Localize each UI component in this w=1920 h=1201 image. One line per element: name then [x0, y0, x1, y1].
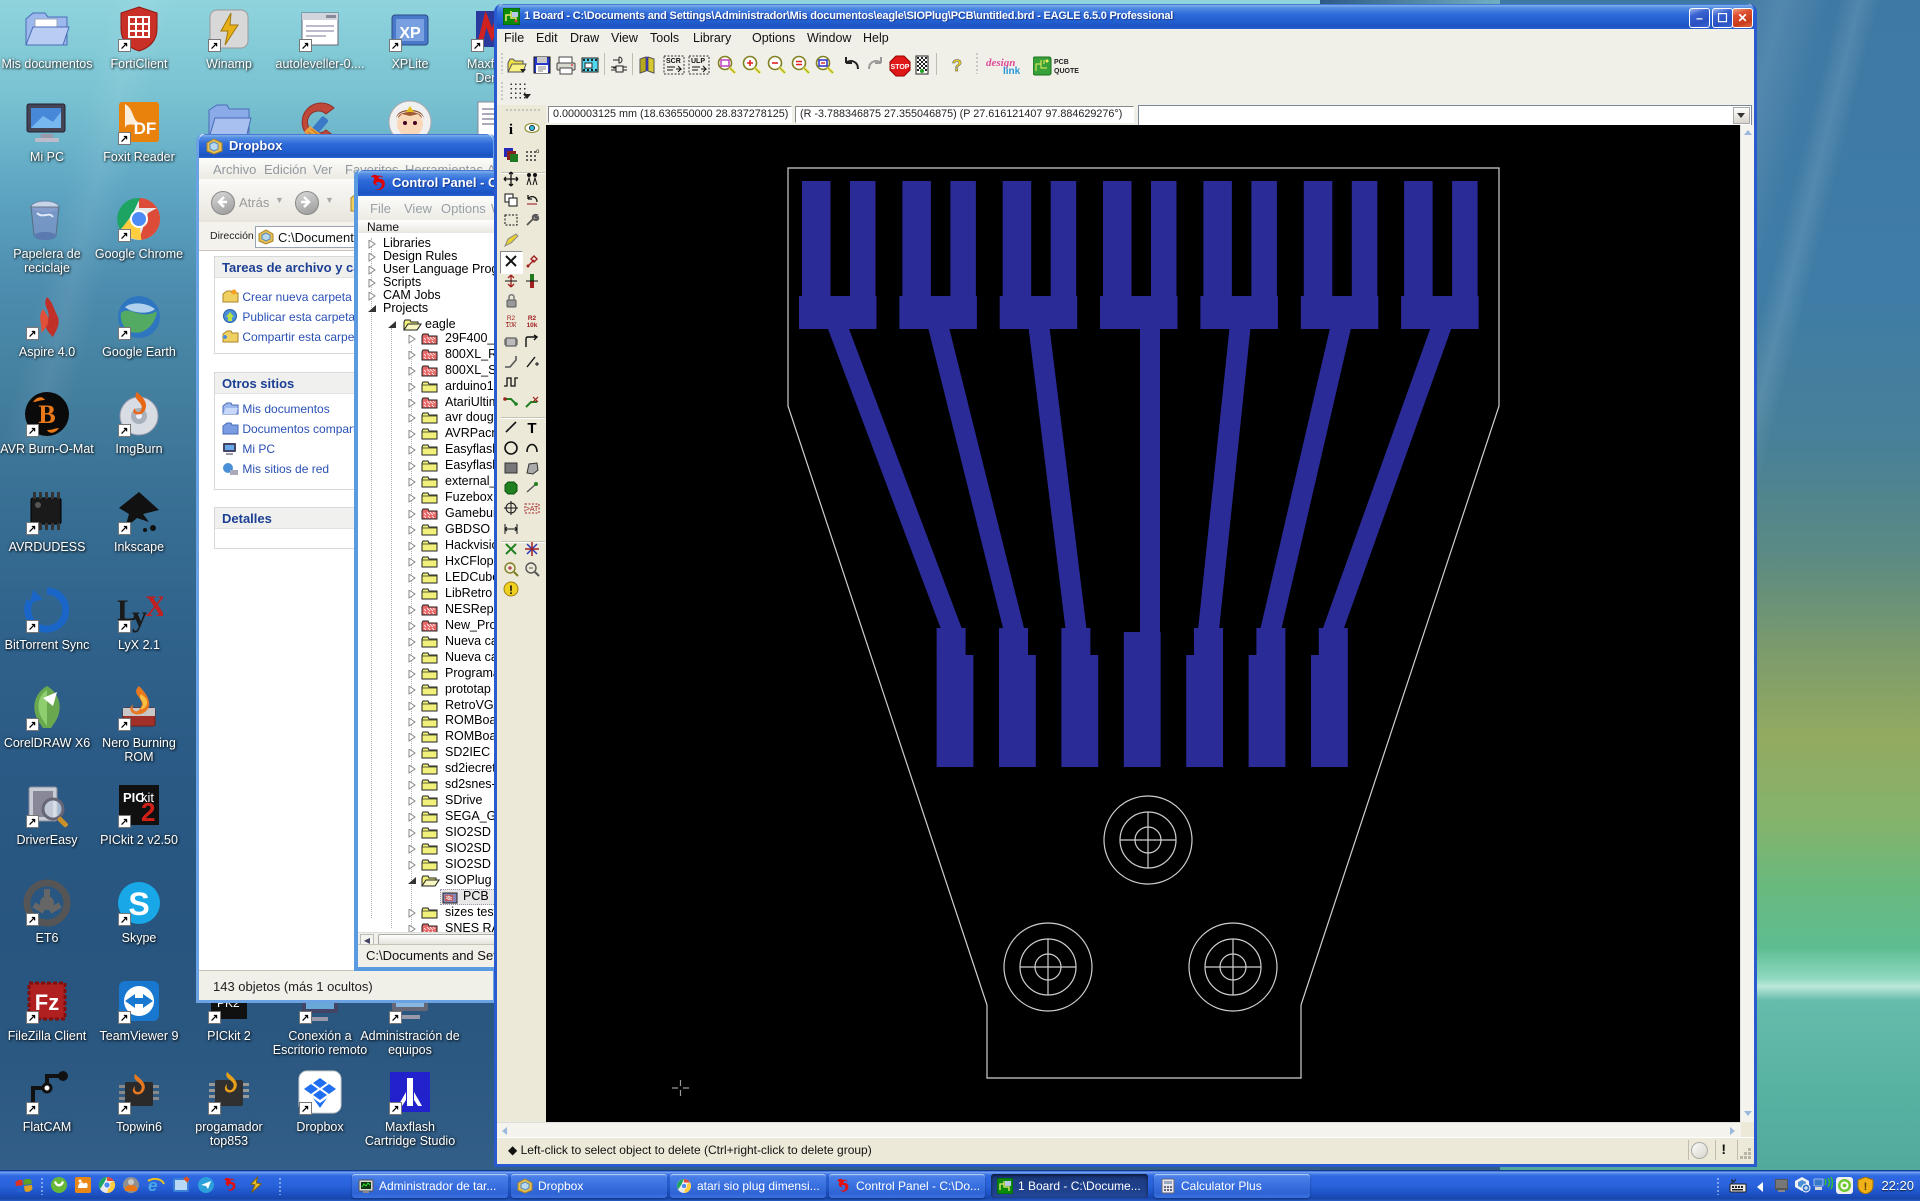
- svg-text:DF: DF: [134, 119, 157, 138]
- svg-text:link: link: [1003, 66, 1021, 77]
- svg-text:STOP: STOP: [891, 64, 910, 71]
- svg-text:!: !: [509, 583, 513, 597]
- svg-text:10k: 10k: [527, 322, 538, 329]
- svg-text:T: T: [527, 420, 536, 435]
- svg-text:QUOTE: QUOTE: [1054, 68, 1079, 75]
- svg-text:SCR: SCR: [666, 58, 681, 65]
- svg-text:R2: R2: [528, 315, 537, 322]
- svg-text:R2: R2: [507, 315, 516, 322]
- svg-text:B: B: [38, 400, 55, 429]
- svg-text:10k: 10k: [506, 322, 517, 329]
- svg-text:2: 2: [141, 797, 155, 827]
- svg-text:PCB: PCB: [1054, 59, 1069, 66]
- svg-text:!: !: [1864, 1181, 1868, 1193]
- svg-text:XP: XP: [399, 25, 421, 42]
- svg-text:S: S: [128, 886, 149, 922]
- svg-text:X: X: [145, 590, 163, 623]
- svg-text:i: i: [509, 122, 513, 136]
- svg-text:>AT: >AT: [526, 506, 539, 513]
- svg-text:ULP: ULP: [691, 58, 705, 65]
- svg-text:o: o: [536, 149, 540, 155]
- svg-text:?: ?: [952, 56, 962, 75]
